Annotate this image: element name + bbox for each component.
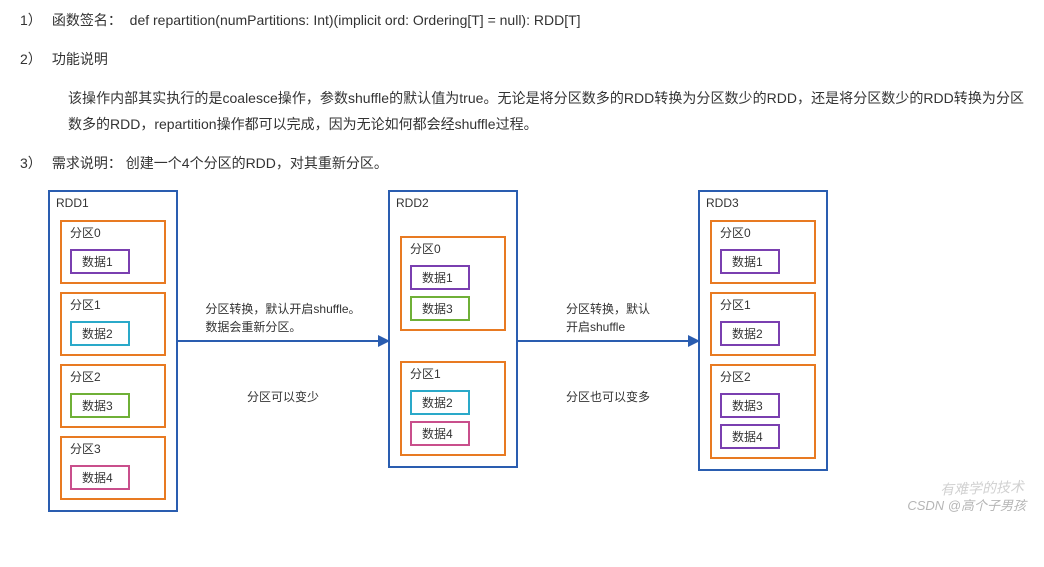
item-1: 1） 函数签名： def repartition(numPartitions: …: [20, 8, 1024, 33]
partition-title: 分区1: [720, 296, 806, 313]
data-cell: 数据1: [720, 249, 780, 274]
partition-title: 分区2: [70, 368, 156, 385]
item-1-code: def repartition(numPartitions: Int)(impl…: [130, 12, 581, 28]
connector-2-bottom: 分区也可以变多: [566, 388, 650, 405]
partition: 分区1数据2: [60, 292, 166, 356]
data-cell: 数据3: [70, 393, 130, 418]
data-cell: 数据3: [410, 296, 470, 321]
data-cell: 数据1: [410, 265, 470, 290]
partition-title: 分区3: [70, 440, 156, 457]
diagram: RDD1 分区0数据1分区1数据2分区2数据3分区3数据4 分区转换，默认开启s…: [20, 190, 1024, 512]
connector-1-bottom: 分区可以变少: [247, 388, 319, 405]
partition: 分区2 数据3 数据4: [710, 364, 816, 459]
item-1-label: 函数签名：: [52, 12, 122, 28]
partition: 分区1数据2: [710, 292, 816, 356]
partition: 分区0 数据1 数据3: [400, 236, 506, 331]
connector-2: 分区转换，默认 开启shuffle 分区也可以变多: [518, 190, 698, 405]
partition-title: 分区2: [720, 368, 806, 385]
data-cell: 数据1: [70, 249, 130, 274]
arrow-icon: [178, 340, 388, 342]
rdd2-box: RDD2 分区0 数据1 数据3 分区1 数据2 数据4: [388, 190, 518, 468]
item-3-num: 3）: [20, 151, 48, 176]
item-2-desc: 该操作内部其实执行的是coalesce操作，参数shuffle的默认值为true…: [20, 86, 1024, 136]
item-3: 3） 需求说明： 创建一个4个分区的RDD，对其重新分区。: [20, 151, 1024, 176]
partition-title: 分区1: [410, 365, 496, 382]
data-cell: 数据4: [70, 465, 130, 490]
partition: 分区0数据1: [60, 220, 166, 284]
partition-title: 分区0: [70, 224, 156, 241]
data-cell: 数据3: [720, 393, 780, 418]
rdd1-title: RDD1: [56, 196, 166, 210]
partition-title: 分区0: [720, 224, 806, 241]
item-3-desc: 创建一个4个分区的RDD，对其重新分区。: [126, 155, 388, 171]
rdd1-box: RDD1 分区0数据1分区1数据2分区2数据3分区3数据4: [48, 190, 178, 512]
data-cell: 数据2: [720, 321, 780, 346]
partition: 分区1 数据2 数据4: [400, 361, 506, 456]
item-2-num: 2）: [20, 47, 48, 72]
rdd2-title: RDD2: [396, 196, 506, 210]
partition-title: 分区1: [70, 296, 156, 313]
connector-1: 分区转换，默认开启shuffle。 数据会重新分区。 分区可以变少: [178, 190, 388, 405]
arrow-icon: [518, 340, 698, 342]
rdd3-title: RDD3: [706, 196, 816, 210]
data-cell: 数据4: [720, 424, 780, 449]
data-cell: 数据2: [410, 390, 470, 415]
item-1-num: 1）: [20, 8, 48, 33]
connector-2-top: 分区转换，默认 开启shuffle: [566, 300, 650, 336]
data-cell: 数据4: [410, 421, 470, 446]
partition-title: 分区0: [410, 240, 496, 257]
data-cell: 数据2: [70, 321, 130, 346]
partition: 分区3数据4: [60, 436, 166, 500]
rdd3-box: RDD3 分区0数据1分区1数据2分区2数据3数据4: [698, 190, 828, 471]
connector-1-top: 分区转换，默认开启shuffle。 数据会重新分区。: [205, 300, 360, 336]
partition: 分区2数据3: [60, 364, 166, 428]
item-2: 2） 功能说明: [20, 47, 1024, 72]
item-2-label: 功能说明: [52, 51, 108, 67]
partition: 分区0数据1: [710, 220, 816, 284]
item-3-label: 需求说明：: [52, 155, 122, 171]
